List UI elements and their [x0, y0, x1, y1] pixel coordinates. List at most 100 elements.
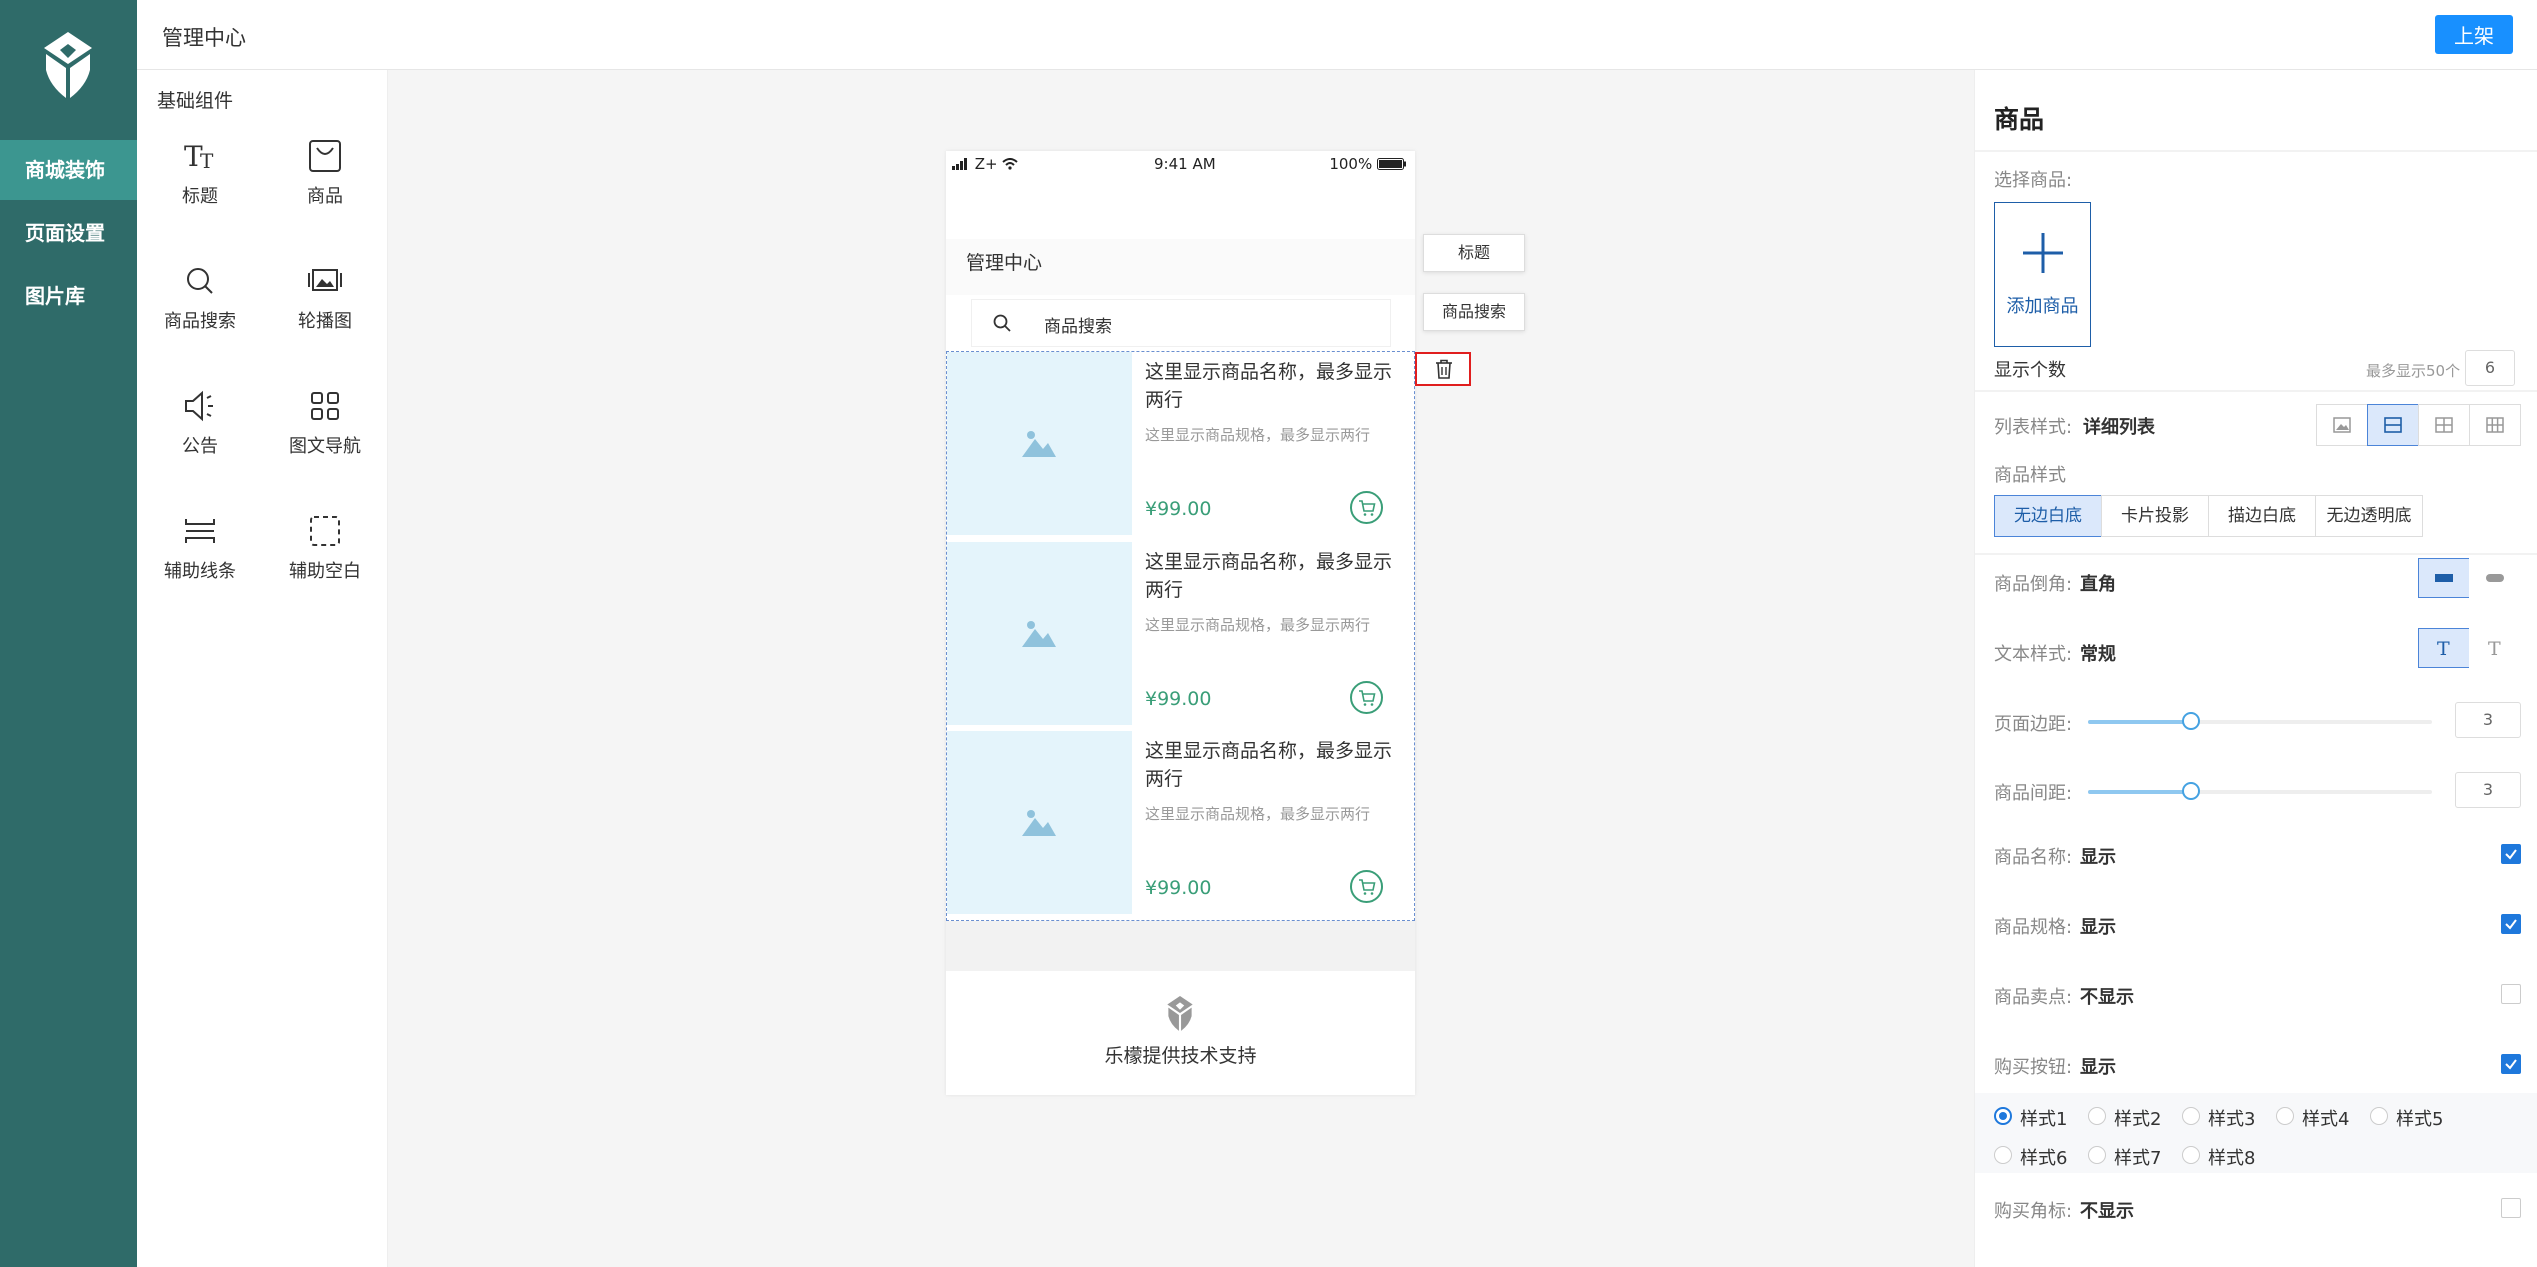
left-nav: 商城装饰 页面设置 图片库: [0, 0, 137, 1267]
goods-gap-label: 商品间距:: [1994, 783, 2073, 804]
goods-card[interactable]: 这里显示商品名称，最多显示两行 这里显示商品规格，最多显示两行 ¥99.00: [947, 542, 1414, 725]
component-blank-item[interactable]: 辅助空白: [270, 511, 380, 611]
check-icon: [2505, 919, 2517, 930]
component-goods-item[interactable]: 商品: [270, 136, 380, 236]
image-placeholder-icon: [1022, 431, 1056, 457]
blank-icon: [310, 516, 340, 546]
goods-price: ¥99.00: [1145, 688, 1212, 710]
nav-item-mall-decoration[interactable]: 商城装饰: [0, 140, 137, 200]
add-goods-button[interactable]: 添加商品: [1994, 202, 2091, 347]
component-notice-item[interactable]: 公告: [145, 386, 255, 486]
battery-percent: 100%: [1329, 155, 1373, 173]
add-goods-label: 添加商品: [2006, 296, 2079, 317]
goods-gap-input[interactable]: 3: [2455, 772, 2521, 808]
cart-icon: [1359, 690, 1376, 706]
show-selling-point-checkbox[interactable]: [2501, 984, 2521, 1004]
round-corner-icon: [2486, 574, 2504, 582]
component-search-item[interactable]: 商品搜索: [145, 261, 255, 361]
delete-component-button[interactable]: [1415, 352, 1471, 386]
goods-image-placeholder: [947, 352, 1132, 535]
goods-name: 这里显示商品名称，最多显示两行: [1145, 551, 1393, 601]
slider-knob[interactable]: [2182, 712, 2201, 730]
top-header: 管理中心 上架: [137, 0, 2537, 70]
plus-icon: [2023, 233, 2063, 273]
text-regular-icon: T: [2437, 638, 2450, 658]
goods-gap-slider[interactable]: [2088, 782, 2432, 800]
image-placeholder-icon: [1022, 621, 1056, 647]
check-icon: [2505, 849, 2517, 860]
nav-item-image-library[interactable]: 图片库: [0, 266, 137, 326]
select-goods-label: 选择商品:: [1994, 170, 2073, 191]
list-style-three-column[interactable]: [2469, 404, 2521, 446]
brand-logo-icon: [44, 32, 92, 98]
display-count-hint: 最多显示50个: [2366, 362, 2461, 380]
goods-list-selected[interactable]: 这里显示商品名称，最多显示两行 这里显示商品规格，最多显示两行 ¥99.00 这…: [946, 351, 1415, 921]
property-panel-title: 商品: [1994, 105, 2045, 134]
selling-point-label: 商品卖点:: [1994, 987, 2073, 1008]
goods-spec: 这里显示商品规格，最多显示两行: [1145, 426, 1371, 444]
phone-spacer: [946, 921, 1415, 971]
nav-item-page-settings[interactable]: 页面设置: [0, 203, 137, 263]
buy-style-options: 样式1 样式2 样式3 样式4 样式5 样式6 样式7 样式8: [1975, 1093, 2537, 1173]
title-icon: T T: [184, 140, 214, 173]
battery-icon: [1377, 158, 1406, 170]
corner-round-option[interactable]: [2469, 558, 2521, 598]
display-count-input[interactable]: 6: [2465, 350, 2515, 386]
divider-icon: [185, 519, 215, 543]
list-style-two-column[interactable]: [2418, 404, 2470, 446]
component-divider-item[interactable]: 辅助线条: [145, 511, 255, 611]
list-style-detail-list[interactable]: [2367, 404, 2419, 446]
page-margin-input[interactable]: 3: [2455, 702, 2521, 738]
corner-label: 商品倒角:: [1994, 574, 2073, 595]
goods-style-option-borderless-transparent[interactable]: 无边透明底: [2315, 495, 2423, 537]
add-to-cart-button[interactable]: [1350, 870, 1383, 903]
slider-knob[interactable]: [2182, 782, 2201, 800]
component-panel: 基础组件 T T 标题 商品 商品搜索 轮播图 公告 图文导航 辅助线条 辅助空…: [137, 70, 388, 1267]
list-style-big-image[interactable]: [2316, 404, 2368, 446]
goods-name-label: 商品名称:: [1994, 847, 2073, 868]
search-placeholder: 商品搜索: [1044, 317, 1112, 337]
show-buy-button-checkbox[interactable]: [2501, 1054, 2521, 1074]
page-title: 管理中心: [162, 26, 246, 50]
show-goods-name-checkbox[interactable]: [2501, 844, 2521, 864]
goods-spec-label: 商品规格:: [1994, 917, 2073, 938]
goods-image-placeholder: [947, 542, 1132, 725]
text-style-bold-option[interactable]: T: [2469, 628, 2521, 668]
phone-page-title[interactable]: 管理中心: [946, 239, 1415, 295]
display-count-label: 显示个数: [1994, 360, 2066, 381]
trash-icon: [1436, 359, 1452, 379]
cart-icon: [1359, 500, 1376, 516]
title-component-tag[interactable]: 标题: [1423, 234, 1525, 272]
add-to-cart-button[interactable]: [1350, 491, 1383, 524]
publish-button[interactable]: 上架: [2435, 15, 2513, 54]
search-component-tag[interactable]: 商品搜索: [1423, 293, 1525, 331]
text-bold-icon: T: [2488, 638, 2501, 658]
search-icon: [993, 314, 1011, 332]
goods-style-label: 商品样式: [1994, 465, 2066, 486]
goods-name-value: 显示: [2080, 847, 2116, 868]
phone-search-box[interactable]: 商品搜索: [971, 299, 1391, 347]
component-carousel-item[interactable]: 轮播图: [270, 261, 380, 361]
three-column-icon: [2486, 417, 2504, 433]
show-buy-badge-checkbox[interactable]: [2501, 1198, 2521, 1218]
add-to-cart-button[interactable]: [1350, 681, 1383, 714]
goods-style-option-borderless-white[interactable]: 无边白底: [1994, 495, 2102, 537]
svg-text:T: T: [2437, 638, 2450, 658]
goods-card[interactable]: 这里显示商品名称，最多显示两行 这里显示商品规格，最多显示两行 ¥99.00: [947, 352, 1414, 535]
goods-spec: 这里显示商品规格，最多显示两行: [1145, 616, 1371, 634]
phone-preview: Z+ 9:41 AM 100% 管理中心 商品搜索 这里显示商品名称，最多显示两…: [946, 151, 1415, 1095]
goods-spec: 这里显示商品规格，最多显示两行: [1145, 805, 1371, 823]
corner-square-option[interactable]: [2418, 558, 2470, 598]
goods-card[interactable]: 这里显示商品名称，最多显示两行 这里显示商品规格，最多显示两行 ¥99.00: [947, 731, 1414, 914]
text-style-regular-option[interactable]: T: [2418, 628, 2470, 668]
component-image-nav-item[interactable]: 图文导航: [270, 386, 380, 486]
page-margin-slider[interactable]: [2088, 712, 2432, 730]
text-style-label: 文本样式:: [1994, 644, 2073, 665]
selling-point-value: 不显示: [2080, 987, 2134, 1008]
component-title-item[interactable]: T T 标题: [145, 136, 255, 236]
goods-style-option-card-shadow[interactable]: 卡片投影: [2101, 495, 2209, 537]
square-corner-icon: [2435, 574, 2453, 582]
show-goods-spec-checkbox[interactable]: [2501, 914, 2521, 934]
cart-icon: [1359, 879, 1376, 895]
goods-style-option-outlined-white[interactable]: 描边白底: [2208, 495, 2316, 537]
